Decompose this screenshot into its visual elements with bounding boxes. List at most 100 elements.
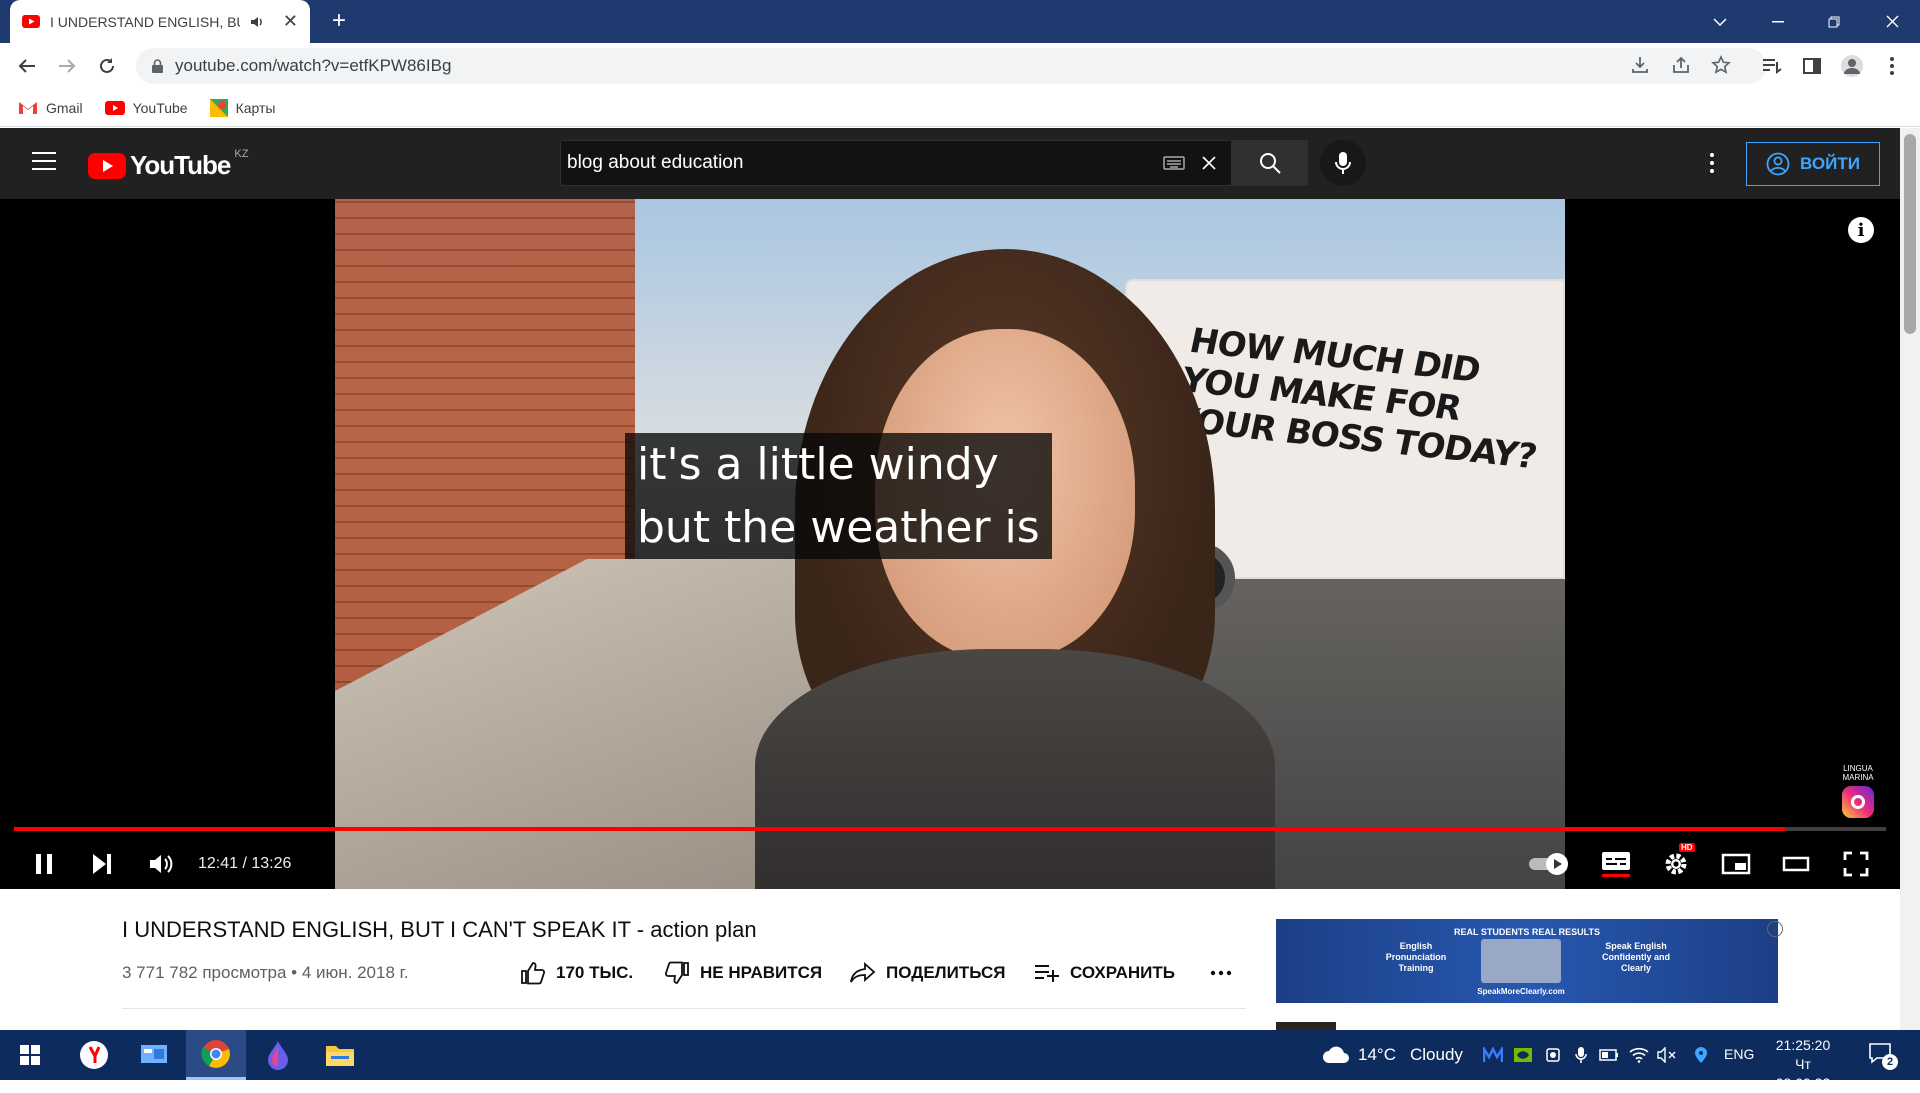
share-button[interactable]: ПОДЕЛИТЬСЯ: [850, 951, 1006, 995]
dislike-button[interactable]: НЕ НРАВИТСЯ: [664, 951, 822, 995]
channel-watermark[interactable]: LINGUA MARINA: [1836, 764, 1880, 818]
url-text[interactable]: youtube.com/watch?v=etfKPW86IBg: [175, 56, 451, 76]
subtitles-button[interactable]: [1598, 847, 1634, 881]
ad-site: SpeakMoreClearly.com: [1477, 987, 1565, 996]
browser-tab[interactable]: I UNDERSTAND ENGLISH, BU ✕: [10, 0, 310, 43]
next-video-button[interactable]: [84, 847, 120, 881]
fullscreen-button[interactable]: [1838, 847, 1874, 881]
advertisement-banner[interactable]: REAL STUDENTS REAL RESULTS English Pronu…: [1276, 919, 1778, 1003]
info-card-icon[interactable]: i: [1848, 217, 1874, 243]
address-bar[interactable]: youtube.com/watch?v=etfKPW86IBg: [136, 48, 1766, 84]
dislike-label: НЕ НРАВИТСЯ: [700, 963, 823, 982]
minimize-button[interactable]: [1750, 0, 1806, 43]
clear-search-icon[interactable]: [1201, 155, 1217, 171]
yandex-browser-icon: [79, 1040, 109, 1070]
folder-icon: [325, 1043, 355, 1067]
location-icon[interactable]: [1688, 1030, 1714, 1080]
system-clock[interactable]: 21:25:20 Чт 08.09.22: [1768, 1036, 1838, 1093]
reload-button[interactable]: [92, 51, 122, 81]
region-code: KZ: [234, 147, 249, 160]
sign-in-button[interactable]: ВОЙТИ: [1746, 142, 1880, 186]
save-button[interactable]: СОХРАНИТЬ: [1034, 951, 1175, 995]
audio-playing-icon[interactable]: [250, 15, 264, 29]
weather-desc: Cloudy: [1409, 1045, 1463, 1064]
device-icon[interactable]: [1540, 1030, 1566, 1080]
browser-tabstrip: I UNDERSTAND ENGLISH, BU ✕ +: [0, 0, 1920, 43]
autoplay-toggle[interactable]: [1526, 847, 1572, 881]
speaker-muted-icon[interactable]: [1654, 1030, 1680, 1080]
pause-button[interactable]: [26, 847, 62, 881]
browser-toolbar: youtube.com/watch?v=etfKPW86IBg: [0, 43, 1920, 89]
volume-button[interactable]: [144, 847, 180, 881]
share-arrow-icon: [850, 962, 876, 984]
share-icon[interactable]: [1671, 55, 1693, 77]
ad-image: [1481, 939, 1561, 983]
pause-icon: [34, 853, 54, 875]
notification-count: 2: [1882, 1054, 1898, 1070]
nvidia-icon[interactable]: [1510, 1030, 1536, 1080]
scrollbar-thumb[interactable]: [1904, 134, 1916, 334]
tab-close-icon[interactable]: ✕: [283, 11, 298, 32]
watermark-text: LINGUA: [1843, 764, 1873, 773]
search-button[interactable]: [1232, 140, 1308, 186]
back-button[interactable]: [12, 51, 42, 81]
taskbar-file-explorer[interactable]: [310, 1030, 370, 1080]
close-window-button[interactable]: [1864, 0, 1920, 43]
like-button[interactable]: 170 ТЫС.: [520, 951, 633, 995]
weather-widget[interactable]: 14°C Cloudy: [1322, 1030, 1463, 1080]
bookmark-gmail[interactable]: Gmail: [18, 100, 83, 116]
side-panel-icon[interactable]: [1800, 54, 1824, 78]
bookmark-youtube[interactable]: YouTube: [104, 100, 188, 116]
search-box[interactable]: blog about education: [560, 140, 1232, 186]
fullscreen-icon: [1843, 851, 1869, 877]
instagram-icon: [1842, 786, 1874, 818]
settings-more-icon[interactable]: [1700, 148, 1724, 178]
guide-menu-icon[interactable]: [32, 152, 56, 176]
profile-avatar-icon[interactable]: [1840, 54, 1864, 78]
bookmark-maps[interactable]: Карты: [209, 98, 276, 117]
settings-button[interactable]: HD: [1658, 843, 1695, 881]
tab-search-icon[interactable]: [1692, 0, 1748, 43]
chrome-menu-icon[interactable]: [1880, 54, 1904, 78]
hd-badge: HD: [1679, 843, 1695, 852]
youtube-logo[interactable]: YouTube KZ: [88, 147, 249, 181]
theater-mode-button[interactable]: [1778, 847, 1814, 881]
keyboard-icon[interactable]: [1163, 156, 1185, 170]
save-label: СОХРАНИТЬ: [1070, 963, 1175, 982]
clock-date: Чт 08.09.22: [1775, 1056, 1831, 1091]
video-player[interactable]: HOW MUCH DID YOU MAKE FOR YOUR BOSS TODA…: [0, 199, 1900, 889]
taskbar-chrome[interactable]: [186, 1030, 246, 1080]
wifi-icon[interactable]: [1626, 1030, 1652, 1080]
notifications-button[interactable]: 2: [1868, 1042, 1898, 1070]
install-app-icon[interactable]: [1630, 55, 1652, 77]
lock-icon[interactable]: [152, 59, 163, 73]
taskbar-drop-app[interactable]: [248, 1030, 308, 1080]
restore-button[interactable]: [1806, 0, 1862, 43]
microphone-tray-icon[interactable]: [1568, 1030, 1594, 1080]
ad-info-icon[interactable]: i: [1767, 921, 1783, 937]
reading-list-icon[interactable]: [1760, 54, 1784, 78]
tray-app-icon[interactable]: [1480, 1030, 1506, 1080]
page-scrollbar[interactable]: [1900, 128, 1920, 1030]
recommendation-thumbnail[interactable]: [1276, 1022, 1336, 1030]
autoplay-icon: [1527, 852, 1571, 876]
forward-button[interactable]: [52, 51, 82, 81]
more-actions-button[interactable]: [1210, 951, 1232, 995]
search-input[interactable]: blog about education: [567, 152, 1163, 174]
playlist-add-icon: [1034, 964, 1060, 982]
bookmark-star-icon[interactable]: [1711, 55, 1733, 77]
section-divider: [122, 1008, 1246, 1009]
progress-bar[interactable]: [14, 827, 1886, 831]
windows-taskbar: 14°C Cloudy ENG 21:25:20 Чт 08.09.22 2: [0, 1030, 1920, 1091]
battery-icon[interactable]: [1596, 1030, 1622, 1080]
taskbar-yandex-browser[interactable]: [64, 1030, 124, 1080]
bookmark-label: Карты: [235, 99, 276, 116]
voice-search-button[interactable]: [1320, 140, 1366, 186]
miniplayer-button[interactable]: [1718, 847, 1754, 881]
input-language[interactable]: ENG: [1724, 1046, 1754, 1062]
new-tab-button[interactable]: +: [326, 7, 352, 34]
thumb-up-icon: [520, 961, 546, 985]
start-button[interactable]: [0, 1030, 60, 1080]
taskbar-control-panel[interactable]: [124, 1030, 184, 1080]
windows-logo-icon: [20, 1045, 40, 1065]
